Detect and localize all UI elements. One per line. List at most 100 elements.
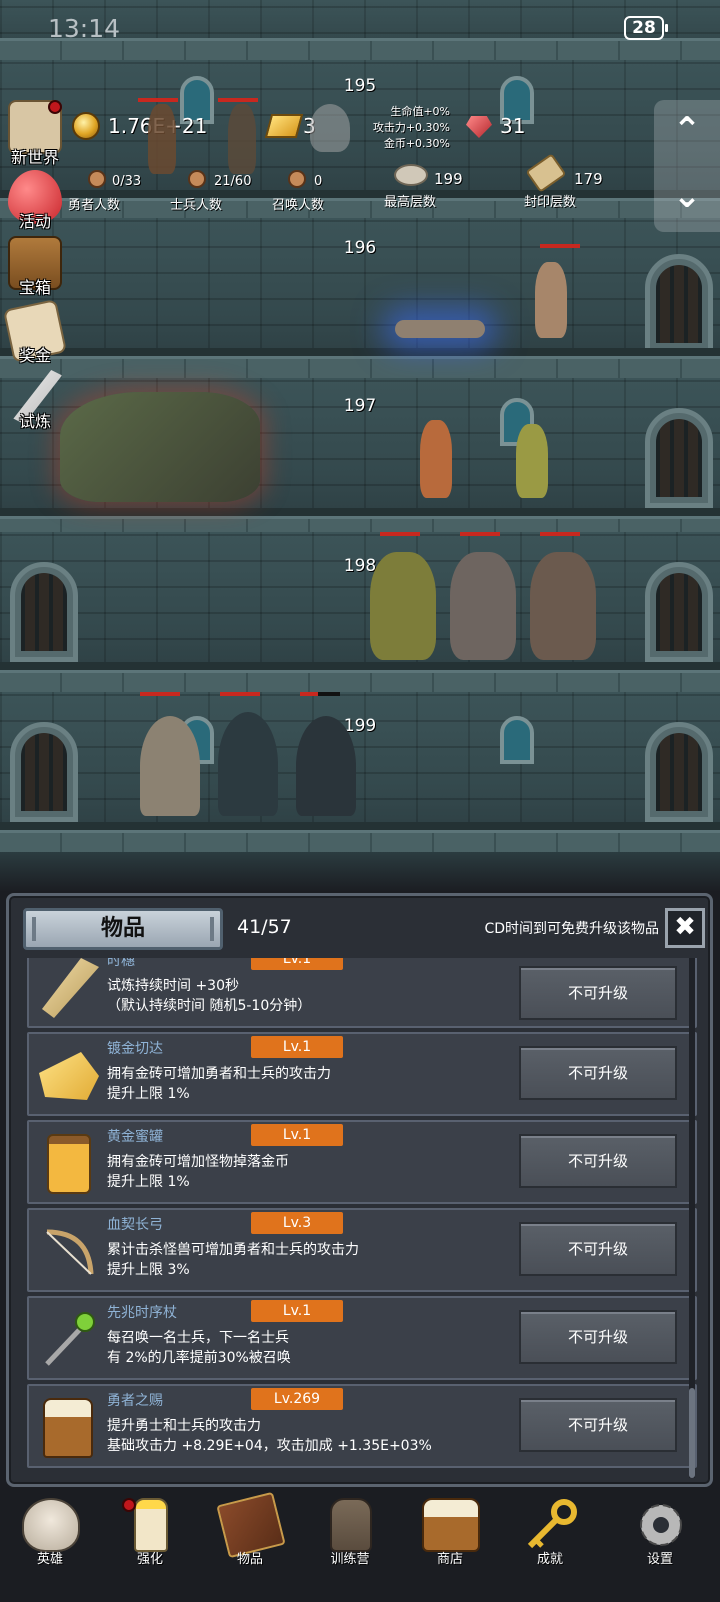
hero-count: 0/33	[112, 174, 142, 189]
bow-icon	[39, 1222, 99, 1282]
item-name: 血契长弓	[107, 1217, 163, 1233]
gold-coin-icon	[72, 112, 100, 140]
clock: 13:14	[48, 14, 121, 43]
summon-count-label: 召唤人数	[272, 198, 325, 213]
side-item-activity[interactable]: 活动	[2, 170, 66, 234]
nav-training-camp[interactable]: 训练营	[300, 1492, 400, 1567]
game-screen: 196 197 198 199 13:14 28 195 生命值+0% 攻击力+…	[0, 0, 720, 1602]
list-item: 黄金蜜罐 Lv.1 拥有金砖可增加怪物掉落金币 提升上限 1% 不可升级	[27, 1120, 697, 1204]
enemy-hp-bar	[540, 244, 580, 248]
nav-label: 英雄	[36, 1552, 63, 1567]
side-item-label: 试炼	[18, 412, 51, 431]
side-item-bonus[interactable]: 奖金	[2, 298, 68, 368]
gate	[645, 722, 713, 822]
gate	[645, 562, 713, 662]
side-item-trial[interactable]: 试炼	[2, 370, 66, 434]
floor-number: 195	[343, 76, 377, 96]
fallen-hero	[228, 104, 256, 174]
buff-attack: 攻击力+0.30%	[372, 121, 450, 134]
close-button[interactable]: ✖	[665, 908, 705, 948]
key-icon	[522, 1498, 580, 1552]
reaper-enemy	[140, 716, 200, 816]
nav-items[interactable]: 物品	[200, 1491, 300, 1567]
fallen-ogre-boss	[60, 392, 260, 502]
skeleton-enemy	[535, 262, 567, 338]
soldier-count-label: 士兵人数	[170, 198, 223, 213]
item-description: 拥有金砖可增加怪物掉落金币 提升上限 1%	[107, 1152, 517, 1192]
window	[500, 716, 534, 764]
scroll-up-button[interactable]: ⌃	[654, 100, 720, 166]
gate	[10, 562, 78, 662]
nav-label: 设置	[646, 1552, 673, 1567]
buff-list: 生命值+0% 攻击力+0.30% 金币+0.30%	[370, 104, 450, 152]
gold-bar-icon	[264, 114, 304, 138]
battery-indicator: 28	[624, 16, 668, 40]
gem-amount: 31	[500, 114, 526, 138]
upgrade-button[interactable]: 不可升级	[519, 1222, 677, 1276]
notification-dot	[48, 100, 62, 114]
item-desc-line: 试炼持续时间 +30秒	[107, 978, 239, 994]
level-badge: Lv.1	[251, 1124, 343, 1146]
cheese-icon	[39, 1052, 99, 1100]
upgrade-button[interactable]: 不可升级	[519, 1134, 677, 1188]
rock-icon	[394, 164, 428, 186]
item-name: 勇者之赐	[107, 1393, 163, 1409]
nav-shop[interactable]: 商店	[400, 1492, 500, 1567]
side-item-new-world[interactable]: 新世界	[2, 100, 66, 167]
upgrade-button[interactable]: 不可升级	[519, 1398, 677, 1452]
nav-enhance[interactable]: 强化	[100, 1492, 200, 1567]
scrollbar-thumb[interactable]	[689, 1388, 695, 1478]
staff-icon	[39, 1310, 99, 1370]
honey-jar-icon	[47, 1134, 91, 1194]
item-desc-line: 提升上限 1%	[107, 1086, 190, 1102]
mage-hero	[420, 420, 452, 498]
item-desc-line: （默认持续时间 随机5-10分钟）	[107, 998, 312, 1014]
highest-floor-label: 最高层数	[384, 195, 437, 210]
item-desc-line: 有 2%的几率提前30%被召唤	[107, 1350, 291, 1366]
items-list[interactable]: 时穗 Lv.1 试炼持续时间 +30秒 （默认持续时间 随机5-10分钟） 不可…	[23, 958, 699, 1478]
soldier-head-icon	[188, 170, 206, 188]
buff-hp: 生命值+0%	[390, 105, 450, 118]
level-badge: Lv.269	[251, 1388, 343, 1410]
item-desc-line: 提升勇士和士兵的攻击力	[107, 1418, 261, 1434]
upgrade-button[interactable]: 不可升级	[519, 966, 677, 1020]
wheat-stalk-icon	[42, 958, 99, 1018]
nav-label: 商店	[436, 1552, 463, 1567]
side-item-chest[interactable]: 宝箱	[2, 236, 66, 300]
item-description: 试炼持续时间 +30秒 （默认持续时间 随机5-10分钟）	[107, 976, 517, 1016]
nav-achievements[interactable]: 成就	[500, 1492, 600, 1567]
reaper-enemy	[218, 712, 278, 816]
hero-head-icon	[88, 170, 106, 188]
item-description: 拥有金砖可增加勇者和士兵的攻击力 提升上限 1%	[107, 1064, 517, 1104]
nav-settings[interactable]: 设置	[610, 1492, 710, 1567]
upgrade-button[interactable]: 不可升级	[519, 1046, 677, 1100]
scroll-down-button[interactable]: ⌄	[654, 166, 720, 232]
side-item-label: 宝箱	[18, 278, 51, 297]
candle-icon	[134, 1498, 168, 1552]
list-item: 时穗 Lv.1 试炼持续时间 +30秒 （默认持续时间 随机5-10分钟） 不可…	[27, 958, 697, 1028]
upgrade-button[interactable]: 不可升级	[519, 1310, 677, 1364]
items-panel: 物品 41/57 CD时间到可免费升级该物品 ✖ 时穗 Lv.1 试炼持续时间 …	[6, 893, 713, 1487]
item-name: 镀金切达	[107, 1041, 163, 1057]
tab-items[interactable]: 物品	[23, 908, 223, 950]
cd-hint: CD时间到可免费升级该物品	[484, 921, 659, 937]
bottom-nav: 英雄 强化 物品 训练营 商店 成就 设置	[0, 1491, 720, 1602]
sealed-floor-label: 封印层数	[524, 195, 577, 210]
item-desc-line: 基础攻击力 +8.29E+04，攻击加成 +1.35E+03%	[107, 1438, 432, 1454]
nav-label: 训练营	[330, 1552, 370, 1567]
items-scrollbar[interactable]	[689, 958, 695, 1478]
enemy-hp-bar	[140, 692, 180, 696]
gate	[10, 722, 78, 822]
hero-count-label: 勇者人数	[68, 198, 121, 213]
enemy-hp-bar	[460, 532, 500, 536]
highest-floor: 199	[434, 170, 463, 188]
enemy-hp-bar	[300, 692, 340, 696]
nav-label: 物品	[236, 1552, 263, 1567]
list-item: 镀金切达 Lv.1 拥有金砖可增加勇者和士兵的攻击力 提升上限 1% 不可升级	[27, 1032, 697, 1116]
item-desc-line: 拥有金砖可增加怪物掉落金币	[107, 1154, 289, 1170]
side-item-label: 奖金	[18, 346, 51, 365]
nav-heroes[interactable]: 英雄	[0, 1492, 100, 1567]
enemy-hp-bar	[220, 692, 260, 696]
floor-scroll-control: ⌃ ⌄	[654, 100, 720, 232]
armored-knight-enemy	[530, 552, 596, 660]
